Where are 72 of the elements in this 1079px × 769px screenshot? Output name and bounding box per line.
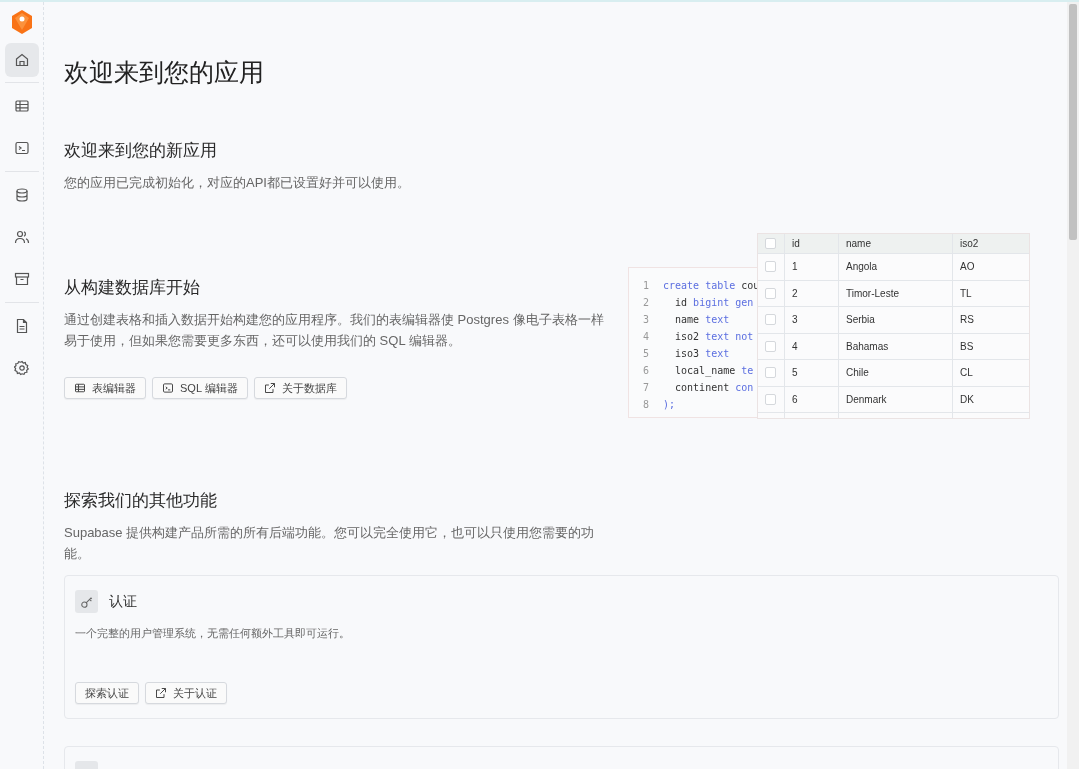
users-icon xyxy=(13,229,30,245)
table-cell: 2 xyxy=(785,280,839,306)
line-number: 8 xyxy=(641,399,649,410)
logo-icon xyxy=(10,10,33,34)
column-header: id xyxy=(785,234,839,253)
line-number: 1 xyxy=(641,280,649,291)
column-header: name xyxy=(839,234,953,253)
table-cell: 1 xyxy=(785,254,839,280)
terminal-icon xyxy=(13,140,30,156)
section-description: 您的应用已完成初始化，对应的API都已设置好并可以使用。 xyxy=(64,174,411,192)
table-cell-text: BS xyxy=(959,339,975,354)
section-title: 从构建数据库开始 xyxy=(64,277,201,299)
table-cell-text: TL xyxy=(959,286,973,301)
table-cell-text: CL xyxy=(959,366,974,381)
code-line: id bigint gen xyxy=(674,297,754,308)
key-icon xyxy=(75,590,98,613)
table-cell: Angola xyxy=(839,254,953,280)
section-title: 探索我们的其他功能 xyxy=(64,490,218,512)
checkbox[interactable] xyxy=(765,393,776,405)
table-cell: Serbia xyxy=(839,307,953,333)
line-number: 2 xyxy=(641,297,649,308)
code-line: iso3 text xyxy=(674,348,730,359)
code-line: continent con xyxy=(674,382,754,393)
external-link-icon xyxy=(263,382,276,394)
home-button[interactable] xyxy=(4,43,39,77)
about-database-button[interactable]: 关于数据库 xyxy=(253,377,347,399)
checkbox[interactable] xyxy=(765,314,776,326)
line-number: 3 xyxy=(641,314,649,325)
home-icon xyxy=(13,52,30,68)
line-number: 5 xyxy=(641,348,649,359)
code-line: local_name te xyxy=(674,365,754,376)
table-cell: 6 xyxy=(785,386,839,412)
checkbox[interactable] xyxy=(765,261,776,273)
checkbox[interactable] xyxy=(765,367,776,379)
sql-editor-button[interactable]: SQL 编辑器 xyxy=(152,377,248,399)
settings-icon xyxy=(13,360,30,376)
table-cell: Denmark xyxy=(839,386,953,412)
archive-icon xyxy=(13,271,30,287)
checkbox[interactable] xyxy=(765,238,776,249)
table-cell-text: RS xyxy=(959,313,975,328)
table-cell: Chile xyxy=(839,360,953,386)
section-title: 欢迎来到您的新应用 xyxy=(64,140,218,162)
checkbox[interactable] xyxy=(765,287,776,299)
section-description: Supabase 提供构建产品所需的所有后端功能。您可以完全使用它，也可以只使用您需要的功能。 xyxy=(64,524,596,563)
table-icon xyxy=(74,382,86,394)
table-editor-button[interactable]: 表编辑器 xyxy=(64,377,146,399)
section-description: 通过创建表格和插入数据开始构建您的应用程序。我们的表编辑器使 Postgres 像电子表格一样易于使用，但如果您需要更多东西，还可以使用我们的 SQL 编辑器。 xyxy=(64,311,605,350)
table-cell-text: AO xyxy=(959,260,976,275)
line-number: 4 xyxy=(641,331,649,342)
code-line: iso2 text not xyxy=(674,331,754,342)
line-number: 7 xyxy=(641,382,649,393)
card-title: 认证 xyxy=(109,592,137,611)
table-cell: 3 xyxy=(785,307,839,333)
table-cell: Timor-Leste xyxy=(839,280,953,306)
table-cell: 5 xyxy=(785,360,839,386)
external-link-icon xyxy=(155,687,167,699)
code-line: name text xyxy=(674,314,730,325)
code-line: ); xyxy=(663,399,676,410)
table-cell: Bahamas xyxy=(839,333,953,359)
scrollbar[interactable] xyxy=(1067,2,1079,769)
terminal-icon xyxy=(162,382,174,394)
checkbox[interactable] xyxy=(765,340,776,352)
line-number: 6 xyxy=(641,365,649,376)
column-header: iso2 xyxy=(959,237,980,251)
docs-link-button[interactable]: 关于认证 xyxy=(145,682,227,704)
table-cell-text: DK xyxy=(959,392,975,407)
explore-button[interactable]: 探索认证 xyxy=(75,682,139,704)
table-cell: 4 xyxy=(785,333,839,359)
page-title: 欢迎来到您的应用 xyxy=(64,57,265,88)
card-description: 一个完整的用户管理系统，无需任何额外工具即可运行。 xyxy=(75,626,351,641)
database-icon xyxy=(13,187,30,203)
table-icon xyxy=(13,98,30,114)
